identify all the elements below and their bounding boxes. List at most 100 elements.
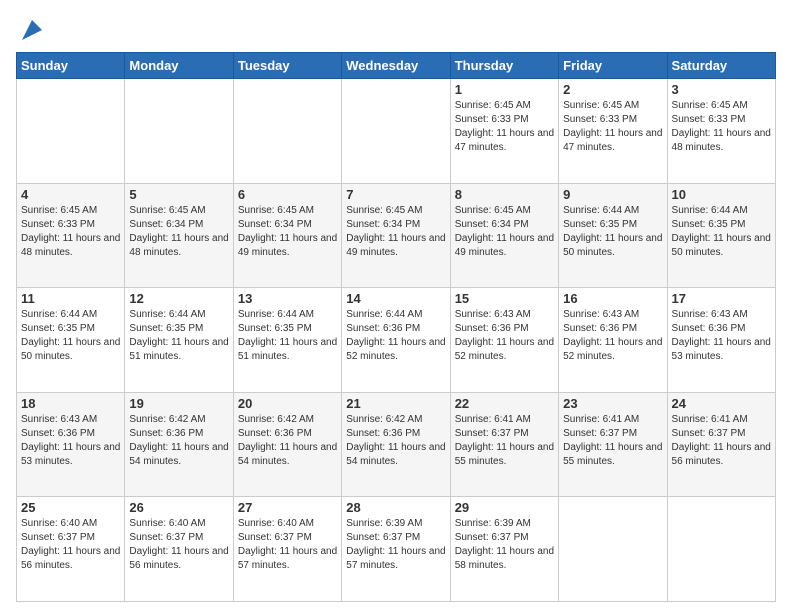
day-info: Sunrise: 6:44 AM Sunset: 6:35 PM Dayligh… [672,204,771,260]
day-number: 3 [672,82,771,97]
week-row-2: 4 Sunrise: 6:45 AM Sunset: 6:33 PM Daylig… [17,183,776,288]
calendar-cell: 16Sunrise: 6:43 AM Sunset: 6:36 PM Dayli… [559,288,667,393]
calendar-cell: 1 Sunrise: 6:45 AM Sunset: 6:33 PM Daylig… [450,79,558,184]
calendar-cell [17,79,125,184]
col-header-monday: Monday [125,53,233,79]
calendar-header-row: SundayMondayTuesdayWednesdayThursdayFrid… [17,53,776,79]
calendar-cell: 23 Sunrise: 6:41 AM Sunset: 6:37 PM Dayli… [559,392,667,497]
day-info: Sunrise: 6:41 AM Sunset: 6:37 PM Dayligh… [563,413,662,469]
day-info: Sunrise: 6:41 AM Sunset: 6:37 PM Dayligh… [672,413,771,469]
calendar-cell: 27Sunrise: 6:40 AM Sunset: 6:37 PM Dayli… [233,497,341,602]
calendar-cell: 29 Sunrise: 6:39 AM Sunset: 6:37 PM Dayli… [450,497,558,602]
calendar-cell: 14Sunrise: 6:44 AM Sunset: 6:36 PM Dayli… [342,288,450,393]
calendar-cell: 19 Sunrise: 6:42 AM Sunset: 6:36 PM Dayli… [125,392,233,497]
day-number: 1 [455,82,554,97]
header [16,16,776,44]
calendar-cell: 5 Sunrise: 6:45 AM Sunset: 6:34 PM Daylig… [125,183,233,288]
day-info: Sunrise: 6:45 AM Sunset: 6:34 PM Dayligh… [238,204,337,260]
day-info: Sunrise: 6:43 AM Sunset: 6:36 PM Dayligh… [563,308,662,364]
day-info: Sunrise: 6:42 AM Sunset: 6:36 PM Dayligh… [129,413,228,469]
calendar-cell: 25 Sunrise: 6:40 AM Sunset: 6:37 PM Dayli… [17,497,125,602]
day-number: 21 [346,396,445,411]
day-info: Sunrise: 6:39 AM Sunset: 6:37 PM Dayligh… [346,517,445,573]
calendar-cell: 4 Sunrise: 6:45 AM Sunset: 6:33 PM Daylig… [17,183,125,288]
day-number: 24 [672,396,771,411]
day-info: Sunrise: 6:42 AM Sunset: 6:36 PM Dayligh… [238,413,337,469]
day-number: 4 [21,187,120,202]
calendar-cell: 17 Sunrise: 6:43 AM Sunset: 6:36 PM Dayli… [667,288,775,393]
day-number: 18 [21,396,120,411]
day-number: 29 [455,500,554,515]
col-header-friday: Friday [559,53,667,79]
day-number: 2 [563,82,662,97]
calendar-cell: 11 Sunrise: 6:44 AM Sunset: 6:35 PM Dayli… [17,288,125,393]
day-info: Sunrise: 6:45 AM Sunset: 6:33 PM Dayligh… [21,204,120,260]
calendar-cell: 12 Sunrise: 6:44 AM Sunset: 6:35 PM Dayli… [125,288,233,393]
calendar-cell: 28 Sunrise: 6:39 AM Sunset: 6:37 PM Dayli… [342,497,450,602]
day-info: Sunrise: 6:44 AM Sunset: 6:35 PM Dayligh… [563,204,662,260]
page: SundayMondayTuesdayWednesdayThursdayFrid… [0,0,792,612]
day-info: Sunrise: 6:42 AM Sunset: 6:36 PM Dayligh… [346,413,445,469]
day-number: 6 [238,187,337,202]
calendar-cell: 15 Sunrise: 6:43 AM Sunset: 6:36 PM Dayli… [450,288,558,393]
calendar-cell: 9 Sunrise: 6:44 AM Sunset: 6:35 PM Daylig… [559,183,667,288]
day-info: Sunrise: 6:39 AM Sunset: 6:37 PM Dayligh… [455,517,554,573]
day-info: Sunrise: 6:45 AM Sunset: 6:34 PM Dayligh… [129,204,228,260]
calendar-cell [559,497,667,602]
calendar-cell: 13Sunrise: 6:44 AM Sunset: 6:35 PM Dayli… [233,288,341,393]
calendar-cell [342,79,450,184]
calendar-cell: 22 Sunrise: 6:41 AM Sunset: 6:37 PM Dayli… [450,392,558,497]
day-info: Sunrise: 6:44 AM Sunset: 6:35 PM Dayligh… [238,308,337,364]
day-number: 10 [672,187,771,202]
day-info: Sunrise: 6:43 AM Sunset: 6:36 PM Dayligh… [672,308,771,364]
day-info: Sunrise: 6:45 AM Sunset: 6:34 PM Dayligh… [455,204,554,260]
calendar-cell [125,79,233,184]
day-number: 25 [21,500,120,515]
col-header-sunday: Sunday [17,53,125,79]
day-number: 26 [129,500,228,515]
day-number: 15 [455,291,554,306]
day-info: Sunrise: 6:40 AM Sunset: 6:37 PM Dayligh… [129,517,228,573]
day-number: 19 [129,396,228,411]
day-number: 22 [455,396,554,411]
day-number: 17 [672,291,771,306]
day-number: 8 [455,187,554,202]
day-number: 11 [21,291,120,306]
calendar-cell: 24 Sunrise: 6:41 AM Sunset: 6:37 PM Dayli… [667,392,775,497]
calendar-cell: 18 Sunrise: 6:43 AM Sunset: 6:36 PM Dayli… [17,392,125,497]
logo-icon [18,16,46,44]
day-number: 23 [563,396,662,411]
day-number: 5 [129,187,228,202]
calendar-cell [667,497,775,602]
col-header-tuesday: Tuesday [233,53,341,79]
day-info: Sunrise: 6:45 AM Sunset: 6:33 PM Dayligh… [455,99,554,155]
day-number: 14 [346,291,445,306]
day-info: Sunrise: 6:43 AM Sunset: 6:36 PM Dayligh… [455,308,554,364]
day-info: Sunrise: 6:45 AM Sunset: 6:33 PM Dayligh… [563,99,662,155]
day-info: Sunrise: 6:41 AM Sunset: 6:37 PM Dayligh… [455,413,554,469]
week-row-4: 18 Sunrise: 6:43 AM Sunset: 6:36 PM Dayli… [17,392,776,497]
day-number: 28 [346,500,445,515]
day-info: Sunrise: 6:44 AM Sunset: 6:35 PM Dayligh… [129,308,228,364]
day-info: Sunrise: 6:45 AM Sunset: 6:34 PM Dayligh… [346,204,445,260]
week-row-3: 11 Sunrise: 6:44 AM Sunset: 6:35 PM Dayli… [17,288,776,393]
day-number: 9 [563,187,662,202]
day-number: 20 [238,396,337,411]
calendar-cell: 6 Sunrise: 6:45 AM Sunset: 6:34 PM Daylig… [233,183,341,288]
col-header-wednesday: Wednesday [342,53,450,79]
day-number: 27 [238,500,337,515]
calendar-cell [233,79,341,184]
calendar-table: SundayMondayTuesdayWednesdayThursdayFrid… [16,52,776,602]
day-info: Sunrise: 6:40 AM Sunset: 6:37 PM Dayligh… [21,517,120,573]
calendar-cell: 20 Sunrise: 6:42 AM Sunset: 6:36 PM Dayli… [233,392,341,497]
week-row-1: 1 Sunrise: 6:45 AM Sunset: 6:33 PM Daylig… [17,79,776,184]
day-info: Sunrise: 6:45 AM Sunset: 6:33 PM Dayligh… [672,99,771,155]
calendar-cell: 8 Sunrise: 6:45 AM Sunset: 6:34 PM Daylig… [450,183,558,288]
week-row-5: 25 Sunrise: 6:40 AM Sunset: 6:37 PM Dayli… [17,497,776,602]
day-info: Sunrise: 6:44 AM Sunset: 6:35 PM Dayligh… [21,308,120,364]
day-number: 12 [129,291,228,306]
calendar-cell: 3 Sunrise: 6:45 AM Sunset: 6:33 PM Daylig… [667,79,775,184]
day-info: Sunrise: 6:43 AM Sunset: 6:36 PM Dayligh… [21,413,120,469]
day-number: 7 [346,187,445,202]
calendar-cell: 7 Sunrise: 6:45 AM Sunset: 6:34 PM Daylig… [342,183,450,288]
